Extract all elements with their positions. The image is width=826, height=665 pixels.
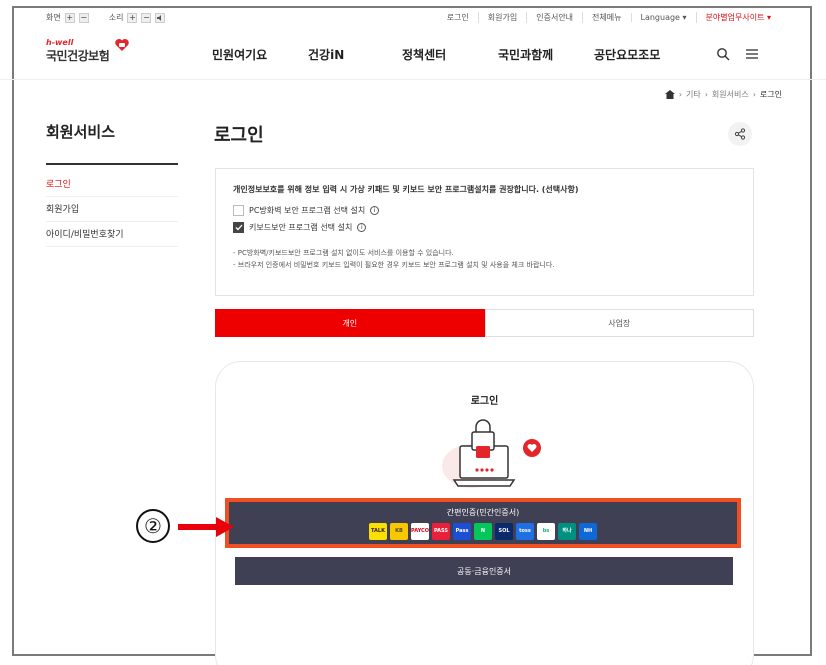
info-icon[interactable]: i [357,223,367,232]
kb-icon[interactable]: KB [390,523,408,540]
notice-note: - 브라우저 인증에서 비밀번호 키보드 입력이 필요한 경우 키보드 보안 프… [233,261,555,269]
laptop-lock-illustration [442,419,541,488]
info-icon[interactable]: i [370,206,380,215]
sidebar-item-signup[interactable]: 회원가입 [46,202,178,222]
all-menu-link[interactable]: 전체메뉴 [582,12,630,23]
signup-link[interactable]: 회원가입 [477,12,526,23]
header-divider [0,79,826,80]
keyboard-option-label: 키보드보안 프로그램 선택 설치 [249,223,353,232]
sidebar-item-login[interactable]: 로그인 [46,177,178,197]
volume-down-button[interactable]: − [141,12,152,23]
utility-bar: 화면 + − 소리 + − 로그인 회원가입 인증서안내 전체메뉴 Langua… [46,12,780,28]
step-number-badge: ② [136,509,170,543]
page-title: 로그인 [214,125,264,146]
search-icon[interactable] [716,47,730,61]
logo-text: 국민건강보험 [46,49,110,63]
sidebar-item-find-id-password[interactable]: 아이디/비밀번호찾기 [46,227,178,247]
login-card-title: 로그인 [470,396,499,407]
nav-health-in[interactable]: 건강iN [308,46,402,63]
provider-icons: TALK KB PAYCO PASS Pass N SOL toss bs 하나 NH [229,523,737,540]
notice-heading: 개인정보보호를 위해 정보 입력 시 가상 키패드 및 키보드 보안 프로그램설… [233,185,579,194]
certificate-guide-link[interactable]: 인증서안내 [526,12,582,23]
language-select[interactable]: Language ▾ [630,13,696,22]
joint-financial-cert-button[interactable]: 공동·금융인증서 [235,557,733,585]
share-button[interactable] [728,122,752,146]
heart-logo-icon [115,39,129,51]
login-link[interactable]: 로그인 [438,12,478,23]
easy-auth-button[interactable]: 간편인증(민간인증서) TALK KB PAYCO PASS Pass N SOL toss b… [229,502,737,544]
shinhan-icon[interactable]: SOL [495,523,513,540]
related-sites-select[interactable]: 분야별업무사이트 ▾ [695,12,780,23]
sidebar-divider [46,163,178,165]
notice-note: - PC방화벽/키보드보안 프로그램 설치 없이도 서비스를 이용할 수 있습니… [233,249,454,257]
tab-personal[interactable]: 개인 [215,309,485,337]
main-nav: 민원여기요 건강iN 정책센터 국민과함께 공단요모조모 [212,46,690,63]
breadcrumb-item[interactable]: 기타 [686,89,701,100]
share-icon [734,128,746,140]
tab-business[interactable]: 사업장 [484,309,754,337]
security-notice: 개인정보보호를 위해 정보 입력 시 가상 키패드 및 키보드 보안 프로그램설… [215,168,754,296]
samsung-pass-icon[interactable]: Pass [453,523,471,540]
breadcrumb: › 기타 › 회원서비스 › 로그인 [664,89,782,100]
hamburger-menu-icon[interactable] [745,47,759,61]
easy-auth-label: 간편인증(민간인증서) [446,508,520,517]
screen-size-label: 화면 [46,13,61,22]
breadcrumb-item[interactable]: 회원서비스 [712,89,749,100]
zoom-out-button[interactable]: − [78,12,89,23]
logo[interactable]: h-well 국민건강보험 [46,38,146,74]
kakao-icon[interactable]: TALK [369,523,387,540]
keyboard-security-checkbox[interactable] [233,222,244,233]
firewall-checkbox[interactable] [233,205,244,216]
login-type-tabs: 개인 사업장 [215,309,754,337]
checkmark-icon [235,224,242,231]
nav-about[interactable]: 공단요모조모 [594,46,690,63]
toss-icon[interactable]: toss [516,523,534,540]
sound-label: 소리 [108,13,124,22]
red-arrow-icon [178,517,234,537]
logo-tagline: h-well [46,38,74,47]
payco-icon[interactable]: PAYCO [411,523,429,540]
home-icon[interactable] [664,90,675,99]
nav-with-people[interactable]: 국민과함께 [498,46,594,63]
banksalad-icon[interactable]: bs [537,523,555,540]
nh-icon[interactable]: NH [579,523,597,540]
pass-icon[interactable]: PASS [432,523,450,540]
nav-civil-service[interactable]: 민원여기요 [212,46,308,63]
hana-icon[interactable]: 하나 [558,523,576,540]
sidebar-title: 회원서비스 [46,123,116,141]
breadcrumb-current: 로그인 [759,90,782,99]
nav-policy-center[interactable]: 정책센터 [402,46,498,63]
naver-icon[interactable]: N [474,523,492,540]
zoom-in-button[interactable]: + [64,12,75,23]
volume-up-button[interactable]: + [127,12,138,23]
firewall-option-label: PC방화벽 보안 프로그램 선택 설치 [249,206,366,215]
easy-auth-highlight: 간편인증(민간인증서) TALK KB PAYCO PASS Pass N SOL toss b… [225,498,741,548]
speaker-icon[interactable] [155,12,166,23]
